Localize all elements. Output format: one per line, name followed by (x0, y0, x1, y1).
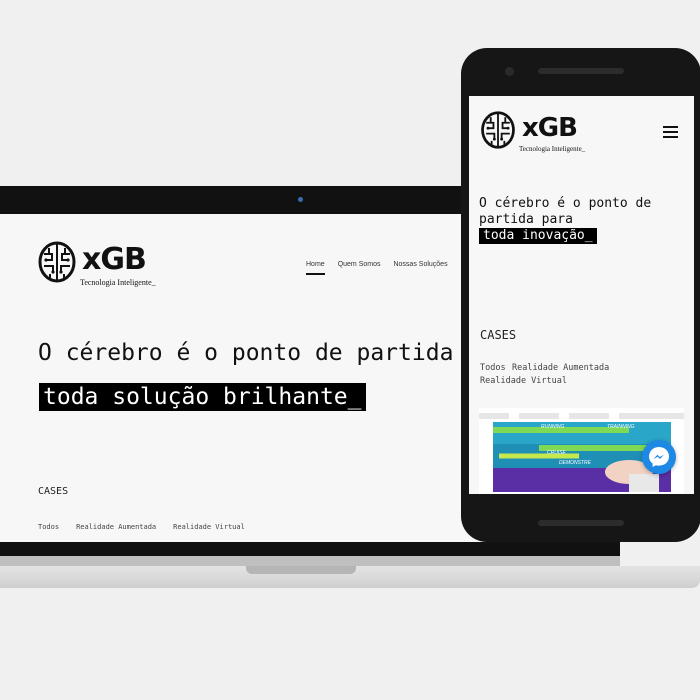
hero-headline-2: partida para (479, 212, 573, 227)
hero-highlight: toda solução brilhante_ (39, 383, 366, 411)
brand-tagline: Tecnologia Inteligente_ (519, 145, 586, 153)
filter-todos[interactable]: Todos (480, 363, 506, 373)
card-label-running: RUNNING (541, 424, 564, 430)
filter-realidade-aumentada[interactable]: Realidade Aumentada (512, 363, 609, 373)
brain-logo-icon[interactable] (38, 240, 76, 284)
brain-logo-icon[interactable] (480, 110, 516, 150)
hero-headline: O cérebro é o ponto de partida (38, 340, 454, 366)
hero-highlight: toda inovação_ (479, 228, 597, 244)
messenger-icon[interactable] (642, 440, 676, 474)
phone-speaker (538, 68, 624, 74)
filter-realidade-virtual[interactable]: Realidade Virtual (480, 376, 567, 386)
hamburger-menu-icon[interactable] (663, 126, 678, 138)
nav-nossas-solucoes[interactable]: Nossas Soluções (393, 261, 447, 275)
card-label-demonstre: DEMONSTRE (559, 460, 592, 466)
laptop-notch (246, 566, 356, 574)
card-label-cruise: CRUISE (547, 450, 567, 456)
cases-title: CASES (480, 328, 517, 342)
card-label-trainning: TRAINNING (607, 424, 635, 430)
filter-todos[interactable]: Todos (38, 523, 59, 531)
nav-quem-somos[interactable]: Quem Somos (338, 261, 381, 275)
brand-tagline: Tecnologia Inteligente_ (80, 278, 156, 287)
phone-camera (505, 67, 514, 76)
nav-home[interactable]: Home (306, 261, 325, 275)
filter-realidade-aumentada[interactable]: Realidade Aumentada (76, 523, 156, 531)
hero-headline: O cérebro é o ponto de (479, 196, 652, 211)
laptop-camera (298, 197, 303, 202)
phone-bottom-speaker (538, 520, 624, 526)
brand-name[interactable]: xGB (82, 243, 147, 277)
cases-title: CASES (38, 486, 69, 497)
cases-filters: Todos Realidade Aumentada Realidade Virt… (38, 523, 245, 531)
main-nav: Home Quem Somos Nossas Soluções Po (306, 261, 469, 275)
laptop-hinge (0, 556, 620, 566)
filter-realidade-virtual[interactable]: Realidade Virtual (173, 523, 245, 531)
brand-name[interactable]: xGB (522, 113, 578, 143)
